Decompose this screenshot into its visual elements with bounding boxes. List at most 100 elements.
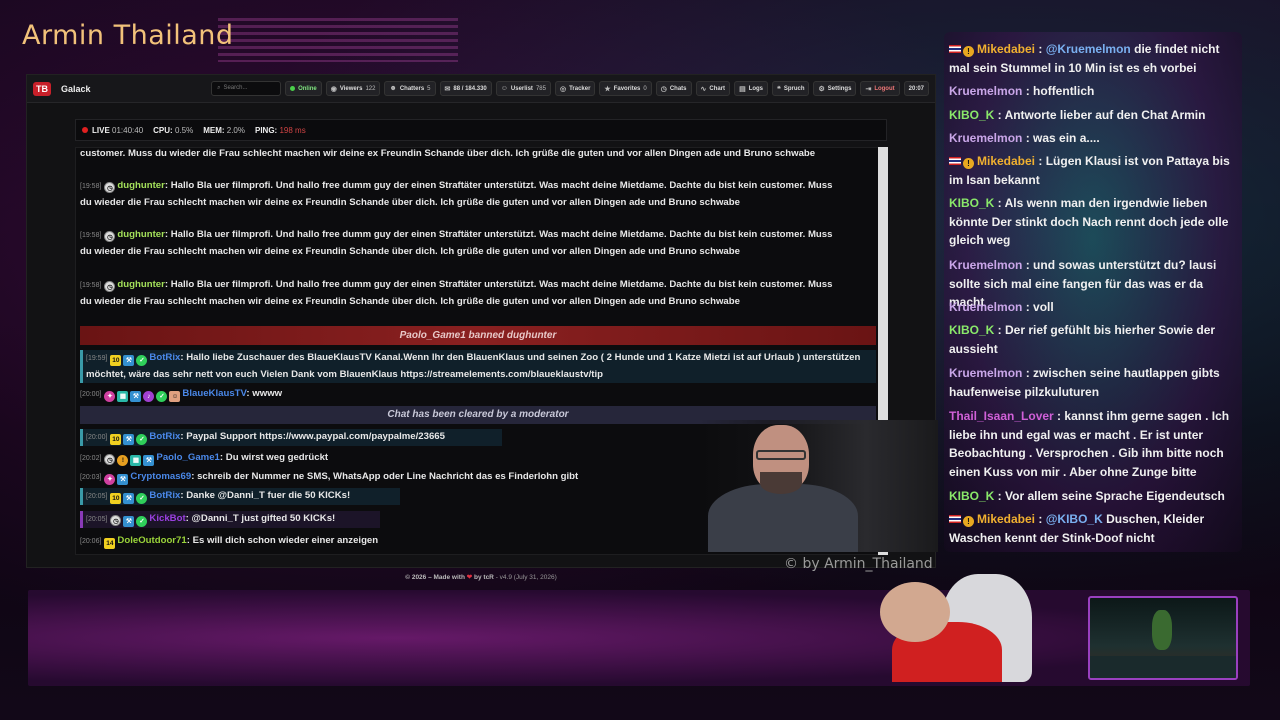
clock-badge-icon: ◷ (104, 231, 116, 242)
nav-settings[interactable]: ⚙ Settings (813, 81, 857, 96)
nav-chart[interactable]: ∿ Chart (695, 81, 731, 96)
sub-badge-icon: 10 (110, 355, 122, 366)
sub-badge-icon: 10 (110, 434, 122, 445)
overlay-badge-icon: ! (963, 158, 974, 169)
star-icon: ★ (604, 85, 611, 93)
clock-badge-icon: ◷ (104, 454, 116, 465)
chat-username[interactable]: BotRix (149, 490, 180, 501)
online-dot-icon (290, 86, 296, 91)
chat-username[interactable]: dughunter (117, 279, 164, 290)
overlay-message: ! Mikedabei : Lügen Klausi ist von Pattay… (949, 154, 1230, 187)
chat-message-bot: [20:00] 10 ⚒ ✓ BotRix: Paypal Support https:… (80, 429, 502, 446)
sword-badge-icon: ⚒ (123, 434, 135, 445)
chat-message-bot: [20:05] ◷ ⚒ ✓ KickBot: @Danni_T just gifted … (80, 511, 380, 528)
chat-username[interactable]: Paolo_Game1 (156, 452, 219, 463)
gift-badge-icon: ▦ (130, 455, 142, 466)
clock-badge-icon: ◷ (110, 515, 122, 526)
clock-icon: ◷ (660, 85, 667, 93)
users-icon: ☻ (389, 85, 397, 92)
chat-message-bot: [20:05] 10 ⚒ ✓ BotRix: Danke @Danni_T fuer d… (80, 488, 400, 505)
nav-messages[interactable]: ✉ 88 / 184.330 (439, 81, 492, 96)
nav-chats[interactable]: ◷ Chats (655, 81, 692, 96)
thai-flag-icon (949, 157, 961, 165)
room-camera (1088, 596, 1238, 680)
tracker-icon: ◎ (559, 85, 567, 93)
stream-title: Armin Thailand (22, 20, 234, 51)
overlay-message: ! Mikedabei : @KIBO_K Duschen, Kleider Wa… (949, 512, 1205, 545)
sword-badge-icon: ⚒ (123, 516, 135, 527)
nav-viewers[interactable]: ◉ Viewers 122 (325, 81, 381, 96)
clock-badge-icon: ◷ (104, 281, 116, 292)
overlay-message: KIBO_K : Vor allem seine Sprache Eigende… (949, 489, 1225, 503)
overlay-message: Kruemelmon : voll (949, 300, 1054, 314)
bottom-decor-band (28, 590, 1250, 686)
nav-favorites[interactable]: ★ Favorites 0 (599, 81, 652, 96)
logout-icon: ⇥ (865, 85, 872, 93)
nav-spruch[interactable]: ❝ Spruch (772, 81, 810, 96)
sub-badge-icon: 10 (110, 493, 122, 504)
verified-badge-icon: ✓ (136, 434, 148, 445)
overlay-badge-icon: ! (963, 46, 974, 57)
chat-username[interactable]: Cryptomas69 (130, 471, 191, 482)
nav-logout[interactable]: ⇥ Logout (860, 81, 900, 96)
chat-username[interactable]: KickBot (149, 513, 185, 524)
user-icon: ☺ (500, 85, 508, 92)
sword-badge-icon: ⚒ (143, 455, 155, 466)
heart-icon: ❤ (466, 574, 473, 581)
search-input[interactable]: ⌕ Search... (211, 81, 282, 96)
mem-stat: MEM: 2.0% (203, 125, 245, 135)
stream-watermark: © by Armin_Thailand (784, 556, 933, 572)
app-topbar: TB Galack ⌕ Search... Online ◉ Viewers 122 … (27, 75, 935, 103)
quote-icon: ❝ (777, 85, 781, 93)
overlay-message: KIBO_K : Als wenn man den irgendwie lieb… (949, 196, 1229, 248)
nav-logs[interactable]: ▤ Logs (734, 81, 769, 96)
pink-badge-icon: ✦ (104, 474, 116, 485)
ping-stat: PING: 198 ms (254, 125, 306, 135)
chat-message: [19:58] ◷ dughunter: Hallo Bla uer filmpro… (80, 279, 833, 307)
gift-badge-icon: ▦ (117, 391, 129, 402)
sword-badge-icon: ⚒ (130, 391, 142, 402)
verified-badge-icon: ✓ (136, 493, 148, 504)
chat-username[interactable]: BotRix (149, 352, 180, 363)
chat-username[interactable]: BlaueKlausTV (182, 388, 246, 399)
verified-badge-icon: ✓ (136, 355, 148, 366)
eye-icon: ◉ (330, 85, 337, 93)
chat-username[interactable]: DoleOutdoor71 (117, 535, 186, 546)
topbar-clock: 20:07 (903, 81, 929, 96)
mod-badge-icon: ! (117, 455, 129, 466)
chart-icon: ∿ (700, 85, 707, 93)
chat-username[interactable]: dughunter (117, 229, 164, 240)
overlay-message: Thail_Isaan_Lover : kannst ihm gerne sag… (949, 409, 1230, 479)
nav-tracker[interactable]: ◎ Tracker (554, 81, 596, 96)
overlay-message: Kruemelmon : was ein a.... (949, 131, 1100, 145)
sub-badge-icon: 14 (104, 538, 116, 549)
nav-online[interactable]: Online (285, 81, 322, 96)
verified-badge-icon: ✓ (136, 516, 148, 527)
secondary-webcam (872, 574, 1032, 682)
chat-message: [20:00] ✦ ▦ ⚒ ♪ ✓ ☺ BlaueKlausTV: wwww (80, 388, 283, 402)
overlay-badge-icon: ! (963, 516, 974, 527)
overlay-message: KIBO_K : Antworte lieber auf den Chat Ar… (949, 108, 1206, 122)
overlay-message: Kruemelmon : hoffentlich (949, 84, 1095, 98)
thai-flag-icon (949, 515, 961, 523)
search-icon: ⌕ (217, 85, 221, 91)
live-dot-icon (82, 126, 88, 133)
cpu-stat: CPU: 0.5% (153, 125, 194, 135)
overlay-message: KIBO_K : Der rief gefühlt bis hierher So… (949, 323, 1216, 356)
mic-badge-icon: ♪ (143, 391, 155, 402)
title-stripes-decor (218, 18, 458, 62)
sword-badge-icon: ⚒ (123, 355, 135, 366)
chat-message-bot: [19:59] 10 ⚒ ✓ BotRix: Hallo liebe Zuschauer… (80, 350, 876, 383)
ban-notice: Paolo_Game1 banned dughunter (80, 326, 876, 345)
chat-username[interactable]: dughunter (117, 180, 164, 191)
gear-icon: ⚙ (818, 85, 825, 93)
nav-userlist[interactable]: ☺ Userlist 785 (495, 81, 551, 96)
pink-badge-icon: ✦ (104, 391, 116, 402)
verified-badge-icon: ✓ (156, 391, 168, 402)
nav-chatters[interactable]: ☻ Chatters 5 (384, 81, 436, 96)
chat-username[interactable]: BotRix (149, 431, 180, 442)
chat-message: [19:58] ◷ dughunter: Hallo Bla uer filmpro… (80, 229, 833, 257)
app-footer: © 2026 – Made with ❤ by tcR - v4.9 (July… (405, 574, 557, 581)
chat-message: customer. Muss du wieder die Frau schlec… (80, 148, 816, 159)
sword-badge-icon: ⚒ (117, 474, 129, 485)
